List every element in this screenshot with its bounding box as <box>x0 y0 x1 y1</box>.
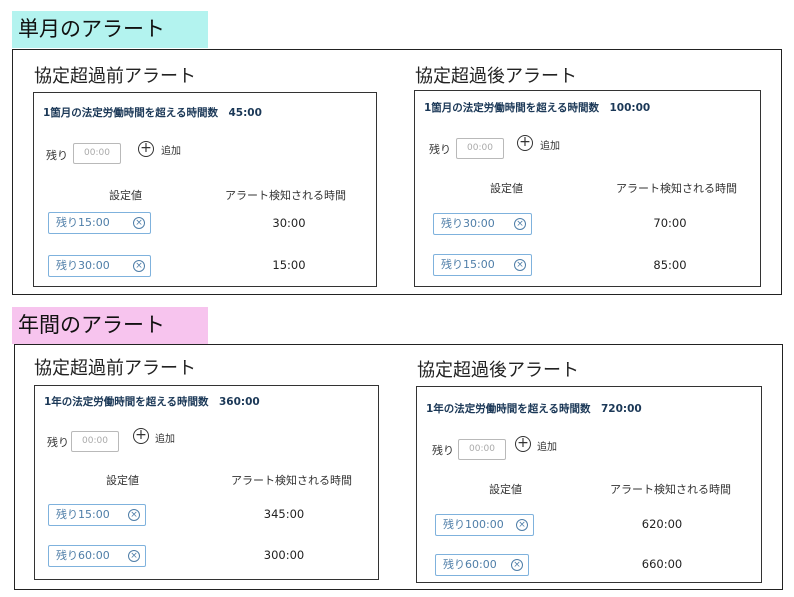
setting-chip[interactable]: 残り30:00 × <box>433 213 532 235</box>
remain-input[interactable]: 00:00 <box>71 431 119 452</box>
setting-chip[interactable]: 残り60:00 × <box>435 554 529 576</box>
setting-chip[interactable]: 残り15:00 × <box>48 212 151 234</box>
setting-chip-label: 残り60:00 <box>443 558 497 571</box>
close-circle-icon[interactable]: × <box>516 519 528 531</box>
alert-time-value: 345:00 <box>263 507 305 521</box>
plus-circle-icon[interactable]: + <box>515 436 531 452</box>
close-circle-icon[interactable]: × <box>128 550 140 562</box>
monthly-before-limit: 1箇月の法定労働時間を超える時間数 45:00 <box>43 107 262 119</box>
monthly-after-card: 1箇月の法定労働時間を超える時間数 100:00 残り 00:00 + 追加 設… <box>414 90 761 287</box>
add-button[interactable]: 追加 <box>155 430 175 445</box>
col-setting-header: 設定値 <box>109 189 142 202</box>
remain-input[interactable]: 00:00 <box>458 439 506 460</box>
col-alert-header: アラート検知される時間 <box>610 483 731 496</box>
setting-chip[interactable]: 残り60:00 × <box>48 545 146 567</box>
alert-time-value: 660:00 <box>641 557 683 571</box>
setting-chip-label: 残り100:00 <box>443 518 504 531</box>
monthly-before-card: 1箇月の法定労働時間を超える時間数 45:00 残り 00:00 + 追加 設定… <box>33 92 377 287</box>
col-alert-header: アラート検知される時間 <box>225 189 346 202</box>
setting-chip-label: 残り15:00 <box>56 216 110 229</box>
remain-label: 残り <box>47 436 69 449</box>
col-setting-header: 設定値 <box>490 182 523 195</box>
remain-label: 残り <box>46 149 68 162</box>
setting-chip-label: 残り15:00 <box>441 258 495 271</box>
close-circle-icon[interactable]: × <box>514 259 526 271</box>
close-circle-icon[interactable]: × <box>511 559 523 571</box>
setting-chip-label: 残り60:00 <box>56 549 110 562</box>
setting-chip[interactable]: 残り15:00 × <box>433 254 532 276</box>
remain-input[interactable]: 00:00 <box>73 143 121 164</box>
col-setting-header: 設定値 <box>106 474 139 487</box>
setting-chip-label: 残り15:00 <box>56 508 110 521</box>
alert-time-value: 70:00 <box>653 216 687 230</box>
setting-chip-label: 残り30:00 <box>56 259 110 272</box>
plus-circle-icon[interactable]: + <box>517 135 533 151</box>
close-circle-icon[interactable]: × <box>133 260 145 272</box>
alert-time-value: 620:00 <box>641 517 683 531</box>
add-button[interactable]: 追加 <box>537 438 557 453</box>
alert-time-value: 30:00 <box>272 216 306 230</box>
remain-input[interactable]: 00:00 <box>456 138 504 159</box>
setting-chip[interactable]: 残り15:00 × <box>48 504 146 526</box>
add-button[interactable]: 追加 <box>161 142 181 157</box>
setting-chip-label: 残り30:00 <box>441 217 495 230</box>
setting-chip[interactable]: 残り100:00 × <box>435 514 534 536</box>
monthly-section-title: 単月のアラート <box>12 11 208 48</box>
close-circle-icon[interactable]: × <box>514 218 526 230</box>
yearly-after-card: 1年の法定労働時間を超える時間数 720:00 残り 00:00 + 追加 設定… <box>416 386 762 583</box>
col-alert-header: アラート検知される時間 <box>231 474 352 487</box>
yearly-before-limit: 1年の法定労働時間を超える時間数 360:00 <box>44 396 260 408</box>
alert-time-value: 300:00 <box>263 548 305 562</box>
monthly-before-heading: 協定超過前アラート <box>34 66 196 87</box>
col-setting-header: 設定値 <box>489 483 522 496</box>
monthly-after-limit: 1箇月の法定労働時間を超える時間数 100:00 <box>424 102 651 114</box>
alert-time-value: 15:00 <box>272 258 306 272</box>
remain-label: 残り <box>429 143 451 156</box>
setting-chip[interactable]: 残り30:00 × <box>48 255 151 277</box>
yearly-section-title: 年間のアラート <box>12 307 208 344</box>
yearly-before-card: 1年の法定労働時間を超える時間数 360:00 残り 00:00 + 追加 設定… <box>34 385 379 580</box>
col-alert-header: アラート検知される時間 <box>616 182 737 195</box>
plus-circle-icon[interactable]: + <box>133 428 149 444</box>
close-circle-icon[interactable]: × <box>133 217 145 229</box>
plus-circle-icon[interactable]: + <box>138 141 154 157</box>
alert-time-value: 85:00 <box>653 258 687 272</box>
monthly-after-heading: 協定超過後アラート <box>415 66 577 87</box>
yearly-before-heading: 協定超過前アラート <box>34 358 196 379</box>
yearly-after-heading: 協定超過後アラート <box>417 360 579 381</box>
add-button[interactable]: 追加 <box>540 137 560 152</box>
close-circle-icon[interactable]: × <box>128 509 140 521</box>
yearly-after-limit: 1年の法定労働時間を超える時間数 720:00 <box>426 403 642 415</box>
remain-label: 残り <box>432 444 454 457</box>
